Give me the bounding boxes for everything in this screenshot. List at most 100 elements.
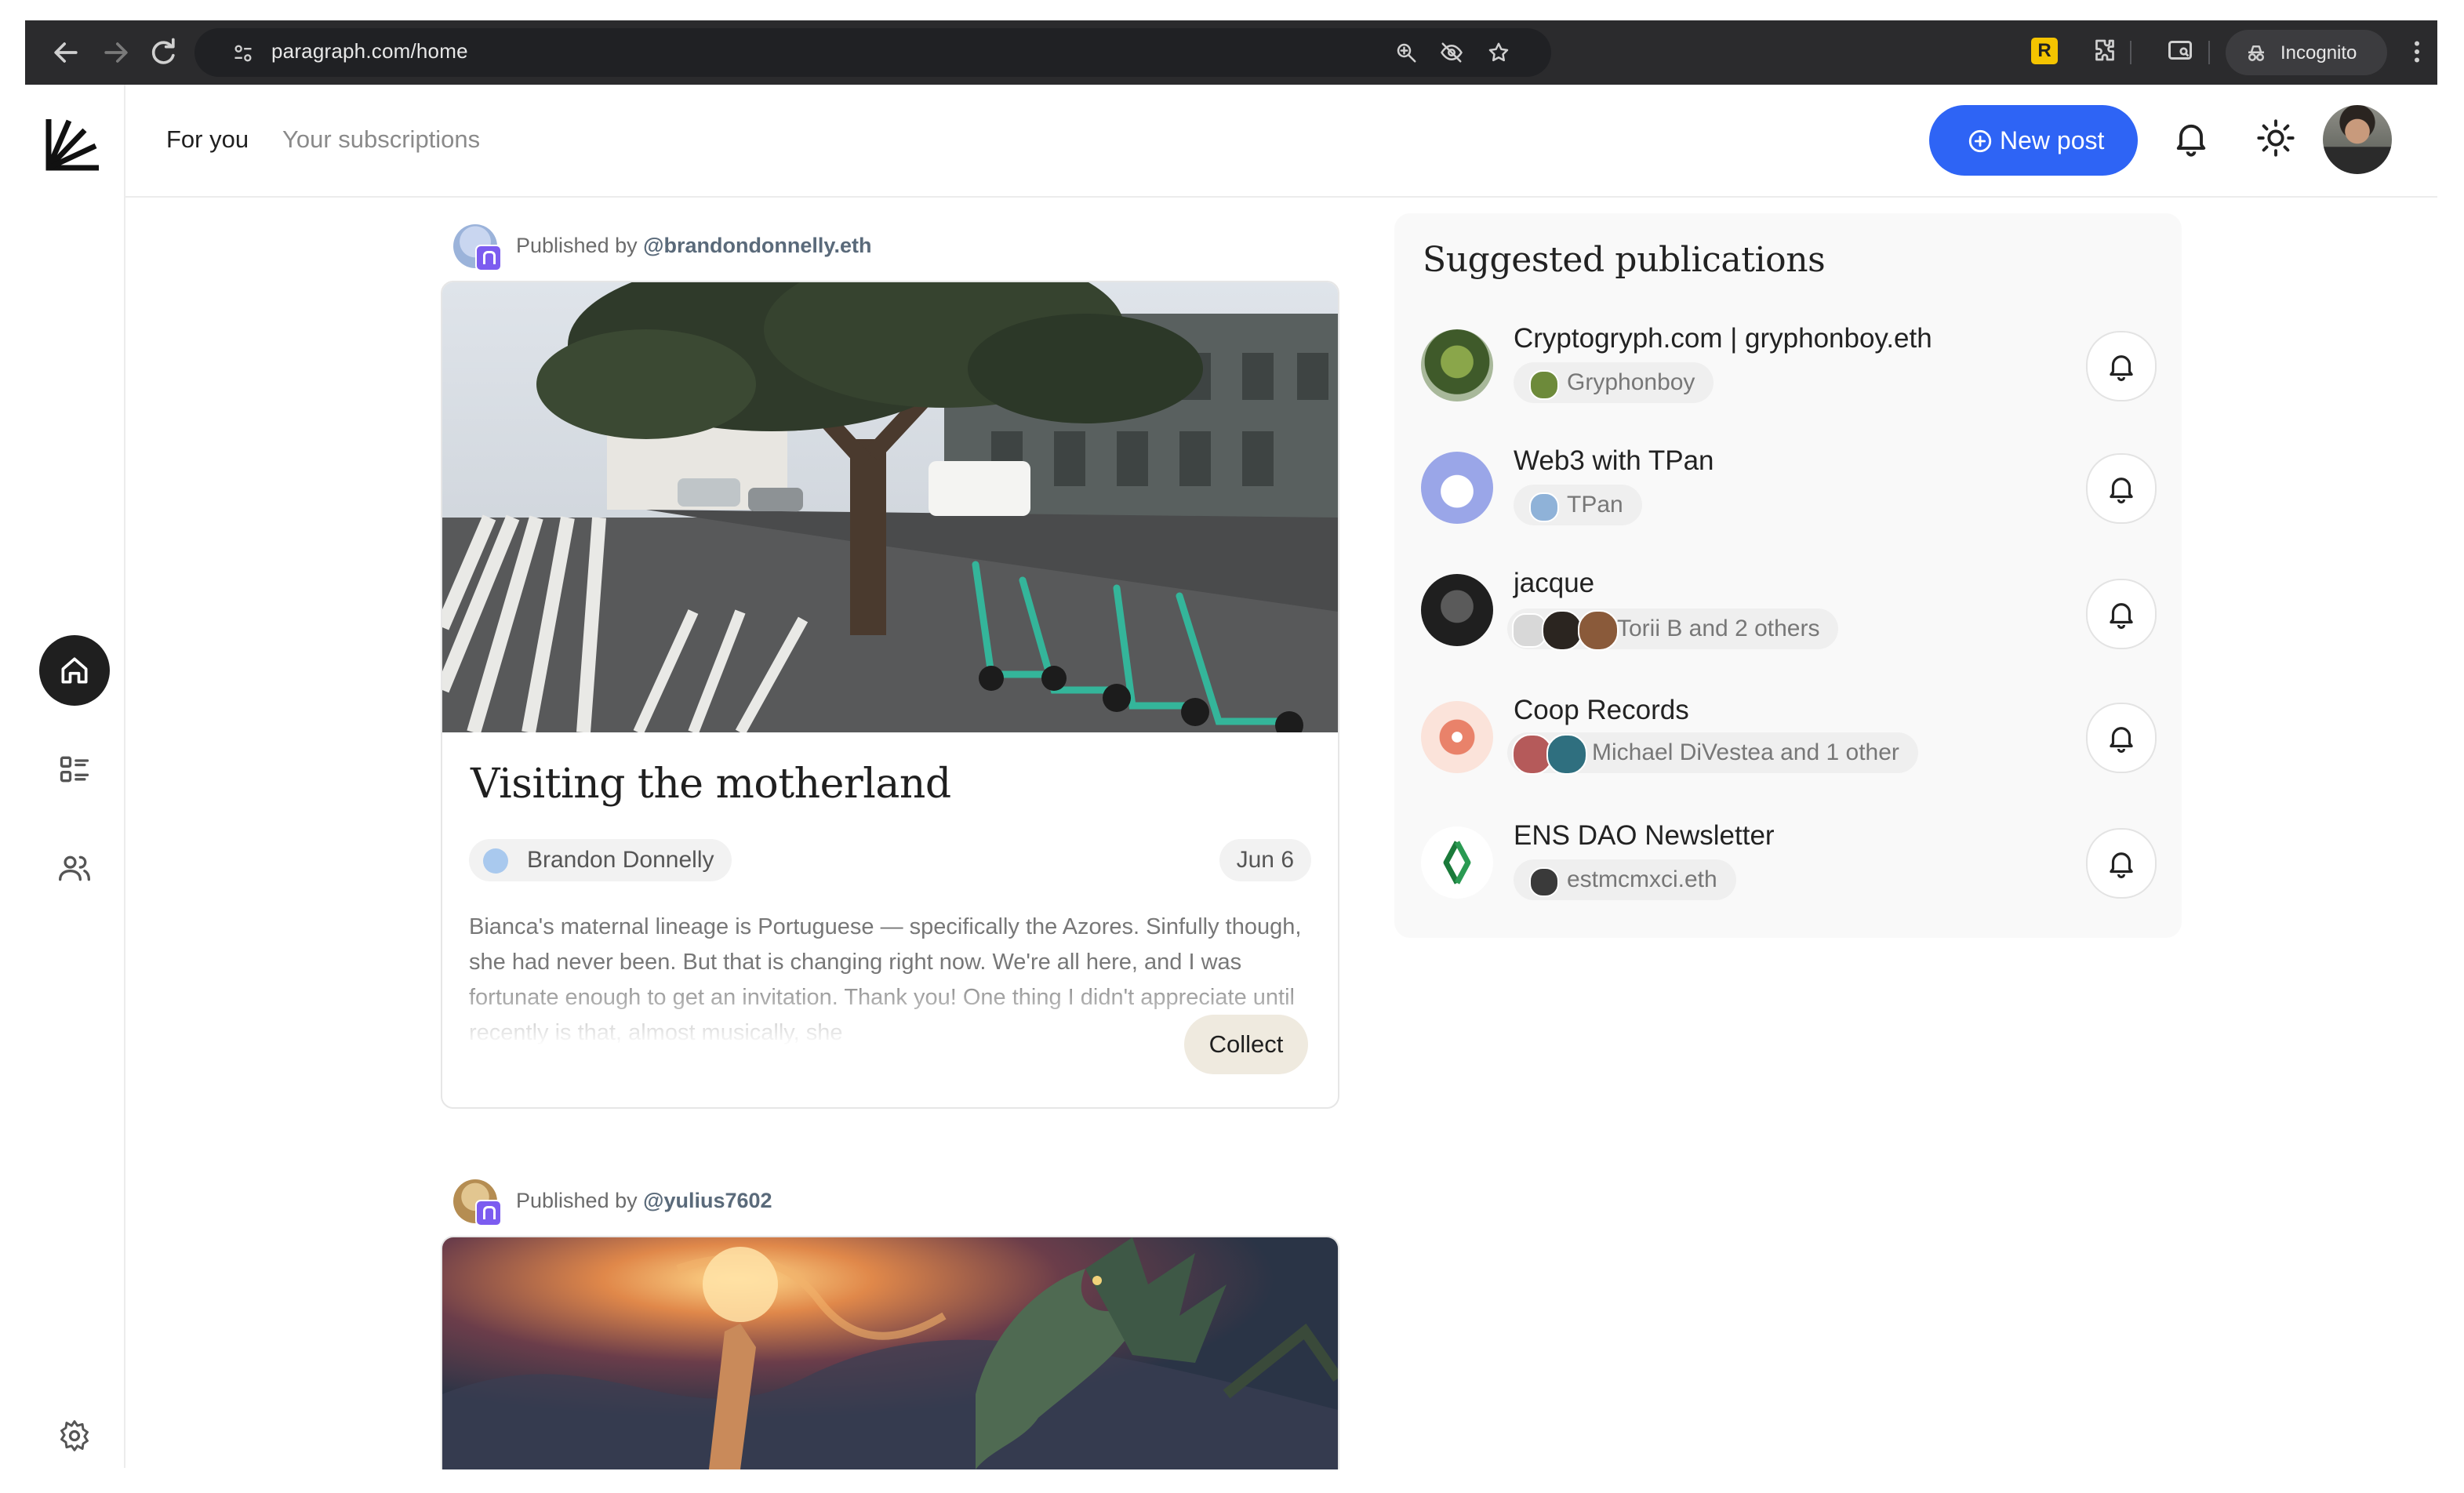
reload-icon[interactable]	[146, 35, 180, 70]
new-post-label: New post	[2000, 126, 2105, 154]
bell-icon	[2110, 355, 2133, 382]
subscribe-bell-button[interactable]	[2086, 331, 2157, 401]
subscribe-bell-button[interactable]	[2086, 703, 2157, 773]
site-settings-icon[interactable]	[232, 42, 254, 64]
publication-authors: Torii B and 2 others	[1617, 616, 1820, 641]
home-icon	[61, 657, 88, 684]
publisher-avatar[interactable]	[453, 1179, 502, 1226]
author-mini-avatar	[1529, 370, 1559, 400]
post-card[interactable]	[441, 1236, 1339, 1469]
bell-icon	[2110, 727, 2133, 754]
published-prefix: Published by	[516, 234, 638, 257]
publication-name[interactable]: ENS DAO Newsletter	[1514, 820, 1775, 852]
publication-avatar	[1421, 701, 1493, 773]
author-mini-avatar	[1542, 610, 1583, 651]
publication-avatar	[1421, 329, 1493, 401]
paragraph-logo[interactable]	[44, 113, 104, 173]
sidebar-item-settings[interactable]	[39, 1400, 110, 1471]
incognito-label: Incognito	[2280, 42, 2357, 64]
zoom-icon[interactable]	[1394, 41, 1418, 64]
published-by-line: Published by @brandondonnelly.eth	[516, 234, 871, 258]
tab-your-subscriptions[interactable]: Your subscriptions	[282, 125, 480, 154]
publication-authors-chip[interactable]: Torii B and 2 others	[1507, 608, 1839, 651]
settings-icon	[60, 1420, 89, 1451]
address-bar[interactable]: paragraph.com/home	[194, 28, 1551, 77]
collect-button[interactable]: Collect	[1184, 1015, 1308, 1074]
post-date: Jun 6	[1219, 839, 1311, 881]
publisher-handle-link[interactable]: @brandondonnelly.eth	[643, 234, 871, 257]
publication-avatar	[1421, 574, 1493, 646]
notifications-bell-icon[interactable]	[2171, 118, 2211, 158]
more-icon[interactable]	[2411, 38, 2423, 66]
bell-icon	[2110, 478, 2133, 504]
published-by-line: Published by @yulius7602	[516, 1189, 772, 1213]
author-chip[interactable]: Brandon Donnelly	[469, 839, 732, 881]
plus-circle-icon	[1968, 129, 1992, 153]
publication-name[interactable]: jacque	[1514, 568, 1594, 599]
publication-name[interactable]: Cryptogryph.com | gryphonboy.eth	[1514, 323, 1932, 354]
ens-logo-icon	[1443, 841, 1471, 885]
bell-icon	[2110, 603, 2133, 630]
sidebar	[25, 85, 125, 1468]
author-mini-avatar	[1529, 867, 1559, 897]
people-icon	[59, 855, 90, 881]
author-name: Brandon Donnelly	[527, 847, 714, 873]
author-mini-avatar	[1546, 734, 1587, 775]
browser-toolbar: paragraph.com/home R Incognito	[25, 20, 2437, 85]
publisher-avatar[interactable]	[453, 224, 502, 271]
toolbar-divider	[2130, 41, 2131, 64]
subscribe-bell-button[interactable]	[2086, 453, 2157, 524]
suggested-heading: Suggested publications	[1423, 240, 1826, 280]
suggested-publications-panel: Suggested publications Cryptogryph.com |…	[1394, 213, 2182, 938]
bell-icon	[2110, 852, 2133, 879]
publication-avatar	[1421, 452, 1493, 524]
suggested-publication-item[interactable]: jacque Torii B and 2 others	[1394, 568, 2182, 685]
publication-authors-chip[interactable]: estmcmxci.eth	[1514, 859, 1736, 900]
eye-off-icon[interactable]	[1440, 41, 1463, 64]
sidebar-item-people[interactable]	[39, 833, 110, 903]
puzzle-icon[interactable]	[2091, 36, 2119, 64]
publisher-handle-link[interactable]: @yulius7602	[643, 1189, 772, 1212]
toolbar-divider	[2208, 41, 2210, 64]
publication-avatar	[1421, 826, 1493, 899]
publication-authors-chip[interactable]: Michael DiVestea and 1 other	[1507, 732, 1918, 775]
sidebar-item-feed[interactable]	[39, 734, 110, 805]
author-mini-avatar	[1578, 610, 1619, 651]
back-icon[interactable]	[49, 35, 83, 70]
suggested-publication-item[interactable]: Cryptogryph.com | gryphonboy.eth Gryphon…	[1394, 323, 2182, 441]
feed-list-icon	[60, 756, 89, 783]
publication-authors: Gryphonboy	[1567, 369, 1695, 395]
publication-authors: Michael DiVestea and 1 other	[1592, 739, 1899, 765]
subscribe-bell-button[interactable]	[2086, 828, 2157, 899]
publication-badge-icon	[475, 245, 502, 271]
suggested-publication-item[interactable]: ENS DAO Newsletter estmcmxci.eth	[1394, 820, 2182, 938]
subscribe-bell-button[interactable]	[2086, 579, 2157, 649]
post-cover-image	[442, 282, 1338, 732]
post-title[interactable]: Visiting the motherland	[471, 761, 951, 808]
extension-r-icon[interactable]: R	[2031, 38, 2058, 64]
url-text[interactable]: paragraph.com/home	[271, 39, 468, 64]
publication-authors-chip[interactable]: TPan	[1514, 485, 1642, 525]
publication-authors: estmcmxci.eth	[1567, 866, 1717, 892]
star-icon[interactable]	[1487, 41, 1510, 64]
sidebar-item-home[interactable]	[39, 635, 110, 706]
tab-for-you[interactable]: For you	[166, 125, 249, 154]
suggested-publication-item[interactable]: Coop Records Michael DiVestea and 1 othe…	[1394, 695, 2182, 812]
forward-icon[interactable]	[99, 35, 133, 70]
author-mini-avatar	[1529, 492, 1559, 522]
new-post-button[interactable]: New post	[1929, 105, 2138, 176]
top-nav: For you Your subscriptions New post	[125, 85, 2437, 198]
publication-name[interactable]: Web3 with TPan	[1514, 445, 1714, 477]
tab-search-icon[interactable]	[2166, 36, 2194, 64]
user-avatar[interactable]	[2323, 105, 2392, 174]
incognito-badge[interactable]: Incognito	[2226, 30, 2387, 75]
publication-name[interactable]: Coop Records	[1514, 695, 1689, 726]
publication-authors-chip[interactable]: Gryphonboy	[1514, 362, 1714, 403]
theme-sun-icon[interactable]	[2255, 118, 2296, 158]
post-card[interactable]: Visiting the motherland Brandon Donnelly…	[441, 281, 1339, 1109]
post-cover-image	[442, 1237, 1338, 1469]
author-avatar	[483, 848, 508, 874]
suggested-publication-item[interactable]: Web3 with TPan TPan	[1394, 445, 2182, 563]
publication-badge-icon	[475, 1200, 502, 1226]
publication-authors: TPan	[1567, 492, 1623, 518]
